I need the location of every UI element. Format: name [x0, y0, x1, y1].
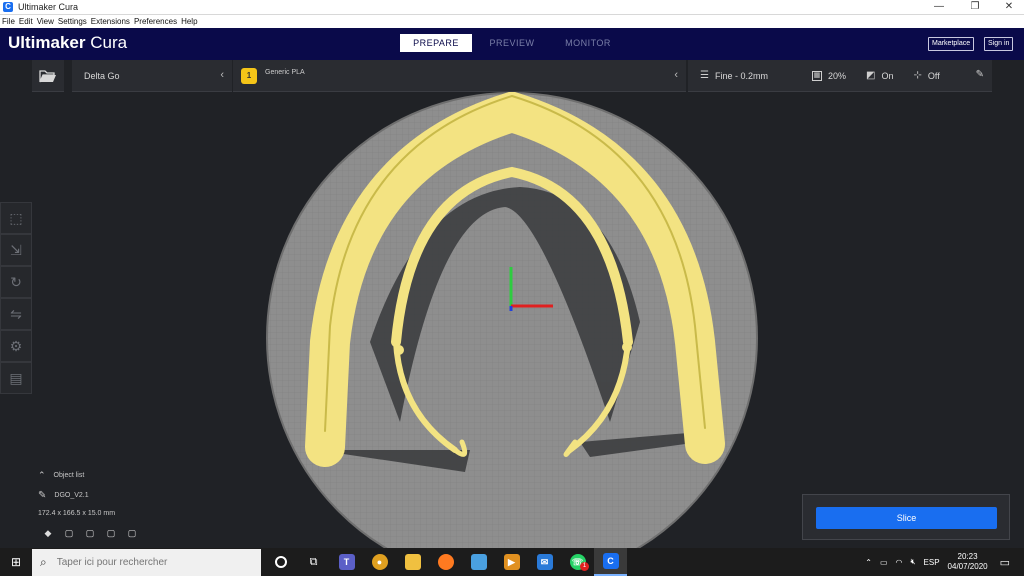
3d-viewport[interactable]	[0, 92, 1024, 548]
windows-start-icon[interactable]: ⊞	[0, 548, 32, 576]
object-entry[interactable]: ✎ DGO_V2.1	[38, 490, 115, 501]
windows-taskbar: ⊞ ⌕ ⧉ T ● ▶ ✉ ☏ 1 C ⌃ ▭ ◠ 🔇︎ ESP 20:23 0…	[0, 548, 1024, 576]
material-name: Generic PLA	[265, 69, 305, 76]
adhesion-icon: ⊹	[913, 70, 922, 81]
quality-value: Fine - 0.2mm	[714, 70, 768, 81]
network-icon[interactable]: ◠	[896, 558, 903, 567]
clock[interactable]: 20:23 04/07/2020	[948, 552, 988, 572]
folder-icon	[39, 69, 56, 82]
menu-extensions[interactable]: Extensions	[91, 17, 130, 26]
clock-time: 20:23	[957, 552, 978, 561]
sign-in-button[interactable]: Sign in	[984, 37, 1014, 51]
menu-settings[interactable]: Settings	[58, 17, 87, 26]
chrome-icon[interactable]: ●	[363, 548, 396, 576]
support-blocker-icon[interactable]: ▤	[0, 362, 32, 394]
left-view-icon[interactable]: ▢	[105, 528, 117, 539]
menu-edit[interactable]: Edit	[19, 17, 33, 26]
object-list-label: Object list	[53, 472, 85, 479]
open-file-button[interactable]	[32, 60, 64, 92]
task-view-icon[interactable]: ⧉	[297, 548, 330, 576]
taskbar-search[interactable]: ⌕	[32, 549, 261, 576]
object-name: DGO_V2.1	[54, 492, 89, 499]
restore-button[interactable]: ❐	[960, 0, 990, 15]
support-value: On	[881, 70, 894, 81]
quality-setting: ☰ Fine - 0.2mm	[700, 70, 768, 81]
cura-app-icon: C	[3, 2, 13, 12]
input-language[interactable]: ESP	[924, 558, 940, 567]
pencil-icon[interactable]: ✎	[976, 69, 984, 80]
slice-panel: Slice	[802, 494, 1010, 540]
search-icon: ⌕	[40, 555, 47, 569]
right-view-icon[interactable]: ▢	[126, 528, 138, 539]
menu-file[interactable]: File	[2, 17, 15, 26]
pencil-icon: ✎	[38, 490, 47, 501]
tab-preview[interactable]: PREVIEW	[476, 34, 548, 52]
title-bar: C Ultimaker Cura — ❐ ✕	[0, 0, 1024, 15]
tool-panel: ⬚ ⇲ ↻ ⇋ ⚙ ▤	[0, 202, 32, 394]
volume-muted-icon[interactable]: 🔇︎	[910, 557, 915, 567]
tablet-icon[interactable]: ▭	[880, 558, 888, 567]
infill-value: 20%	[827, 70, 846, 81]
file-explorer-icon[interactable]	[396, 548, 429, 576]
adhesion-value: Off	[927, 70, 940, 81]
rotate-tool-icon[interactable]: ↻	[0, 266, 32, 298]
brand-logo: Ultimaker Cura	[8, 33, 128, 52]
slice-button[interactable]: Slice	[816, 507, 997, 529]
mirror-tool-icon[interactable]: ⇋	[0, 298, 32, 330]
print-settings-selector[interactable]: ☰ Fine - 0.2mm ▦ 20% ◩ On ⊹ Off ✎	[688, 60, 992, 92]
notification-badge: 1	[580, 562, 589, 571]
menu-bar: File Edit View Settings Extensions Prefe…	[0, 15, 1024, 28]
window-title: Ultimaker Cura	[18, 2, 79, 12]
menu-view[interactable]: View	[37, 17, 54, 26]
cortana-icon[interactable]	[264, 548, 297, 576]
top-view-icon[interactable]: ▢	[84, 528, 96, 539]
per-model-settings-icon[interactable]: ⚙	[0, 330, 32, 362]
tab-prepare[interactable]: PREPARE	[400, 34, 472, 52]
mail-icon[interactable]: ✉	[528, 548, 561, 576]
system-tray: ⌃ ▭ ◠ 🔇︎ ESP 20:23 04/07/2020 ▭	[865, 548, 1024, 576]
quality-icon: ☰	[700, 70, 709, 81]
notes-app-icon[interactable]	[462, 548, 495, 576]
teams-icon[interactable]: T	[330, 548, 363, 576]
chevron-left-icon: ‹	[220, 69, 224, 81]
menu-preferences[interactable]: Preferences	[134, 17, 177, 26]
taskbar-apps: ⧉ T ● ▶ ✉ ☏ 1 C	[264, 548, 627, 576]
firefox-icon[interactable]	[429, 548, 462, 576]
minimize-button[interactable]: —	[924, 0, 954, 15]
front-view-icon[interactable]: ▢	[63, 528, 75, 539]
chevron-up-icon[interactable]: ⌃	[865, 558, 872, 567]
close-button[interactable]: ✕	[994, 0, 1024, 15]
adhesion-setting: ⊹ Off	[913, 70, 939, 81]
cura-taskbar-icon[interactable]: C	[594, 548, 627, 576]
move-tool-icon[interactable]: ⬚	[0, 202, 32, 234]
tab-monitor[interactable]: MONITOR	[552, 34, 624, 52]
chevron-up-icon: ⌃	[38, 470, 46, 480]
infill-icon: ▦	[811, 70, 822, 81]
printer-selector[interactable]: Delta Go ‹	[72, 60, 232, 92]
object-dimensions: 172.4 x 166.5 x 15.0 mm	[38, 510, 116, 517]
3d-view-icon[interactable]: ◆	[42, 528, 54, 539]
support-icon: ◩	[866, 70, 876, 81]
action-center-icon[interactable]: ▭	[1000, 556, 1010, 569]
whatsapp-icon[interactable]: ☏ 1	[561, 548, 594, 576]
menu-help[interactable]: Help	[181, 17, 197, 26]
support-setting: ◩ On	[866, 70, 893, 81]
object-list-toggle[interactable]: ⌃ Object list	[38, 470, 115, 481]
app-header: Ultimaker Cura PREPARE PREVIEW MONITOR M…	[0, 28, 1024, 60]
extruder-badge: 1	[241, 67, 257, 84]
clock-date: 04/07/2020	[947, 562, 988, 571]
chevron-left-icon: ‹	[674, 69, 678, 81]
material-selector[interactable]: 1 Generic PLA ‹	[233, 60, 686, 92]
scale-tool-icon[interactable]: ⇲	[0, 234, 32, 266]
search-input[interactable]	[56, 557, 247, 568]
infill-setting: ▦ 20%	[811, 70, 846, 81]
stage-tabs: PREPARE PREVIEW MONITOR	[400, 34, 628, 52]
media-player-icon[interactable]: ▶	[495, 548, 528, 576]
marketplace-button[interactable]: Marketplace	[928, 37, 975, 51]
view-orientation-buttons: ◆ ▢ ▢ ▢ ▢	[42, 528, 147, 539]
object-list-panel: ⌃ Object list ✎ DGO_V2.1 172.4 x 166.5 x…	[38, 470, 115, 526]
printer-name: Delta Go	[84, 70, 120, 81]
